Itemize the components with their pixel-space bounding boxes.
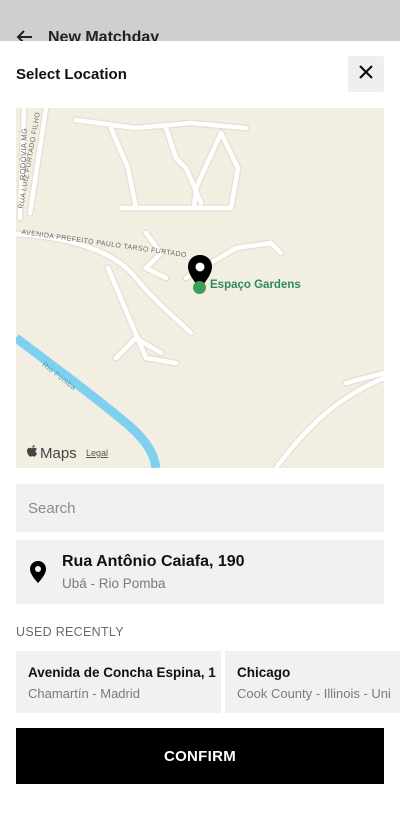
selected-location-area: Ubá - Rio Pomba: [62, 576, 166, 591]
recent-location-title: Chicago: [237, 665, 291, 680]
sheet-title: Select Location: [16, 66, 127, 83]
location-pin-icon: [30, 561, 46, 588]
recent-location-subtitle: Chamartín - Madrid: [28, 686, 140, 701]
close-icon: [357, 63, 375, 86]
confirm-button[interactable]: CONFIRM: [16, 728, 384, 784]
selected-location-street: Rua Antônio Caiafa, 190: [62, 553, 245, 570]
search-input[interactable]: [16, 484, 384, 532]
used-recently-label: USED RECENTLY: [16, 625, 124, 639]
maps-brand: Maps: [40, 444, 77, 462]
recent-location-title: Avenida de Concha Espina, 1: [28, 665, 216, 680]
place-label[interactable]: Espaço Gardens: [210, 279, 301, 291]
recent-location-subtitle: Cook County - Illinois - Uni: [237, 686, 391, 701]
select-location-sheet: Select Location RODOVIA MG RUA LUIZ FURT…: [0, 41, 400, 824]
recent-location-item[interactable]: Chicago Cook County - Illinois - Uni: [225, 651, 400, 713]
apple-maps-logo: Maps: [26, 444, 77, 462]
recent-location-item[interactable]: Avenida de Concha Espina, 1 Chamartín - …: [16, 651, 221, 713]
legal-link[interactable]: Legal: [86, 448, 108, 458]
apple-icon: [26, 444, 38, 462]
map-view[interactable]: RODOVIA MG RUA LUIZ FURTADO FILHO AVENID…: [16, 108, 384, 468]
park-icon: [193, 281, 206, 294]
close-button[interactable]: [348, 56, 384, 92]
selected-location-card[interactable]: Rua Antônio Caiafa, 190 Ubá - Rio Pomba: [16, 540, 384, 604]
